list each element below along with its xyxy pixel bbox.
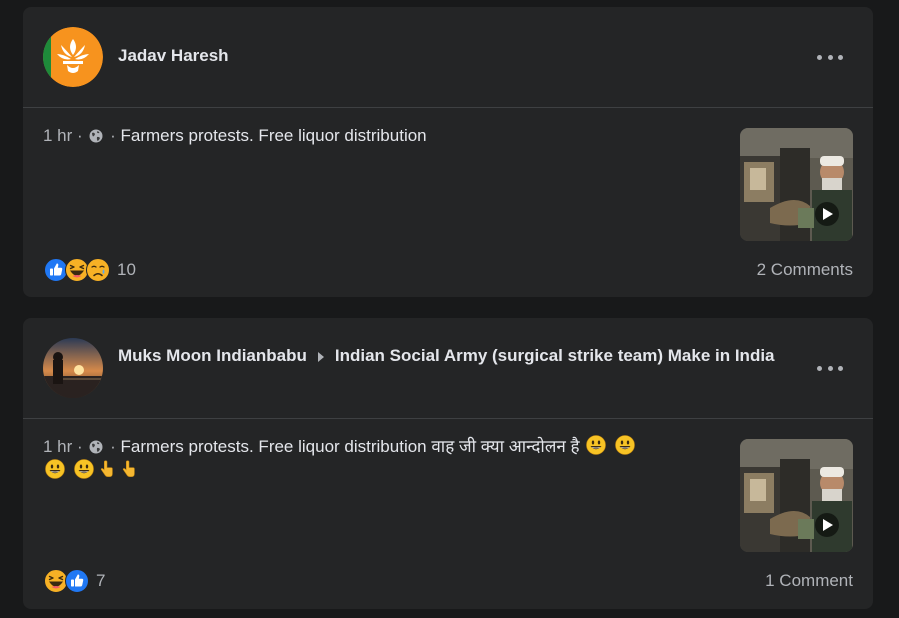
reactions-summary[interactable]: 7: [44, 569, 105, 593]
video-thumbnail[interactable]: [740, 439, 853, 552]
reaction-count[interactable]: 10: [117, 260, 136, 280]
smiley-icon: [615, 435, 635, 455]
post-text: Farmers protests. Free liquor distributi…: [120, 126, 427, 145]
post-time[interactable]: 1 hr: [43, 126, 72, 145]
play-icon: [740, 439, 853, 552]
comments-count[interactable]: 2 Comments: [757, 260, 853, 280]
reaction-count[interactable]: 7: [96, 571, 105, 591]
post-time[interactable]: 1 hr: [43, 437, 72, 456]
more-options-icon[interactable]: [817, 358, 843, 378]
post-card: Muks Moon Indianbabu Indian Social Army (…: [23, 318, 873, 609]
avatar[interactable]: [43, 338, 103, 398]
post-author: Muks Moon Indianbabu Indian Social Army (…: [118, 344, 778, 368]
smiley-icon: [74, 459, 94, 479]
avatar[interactable]: [43, 27, 103, 87]
post-card: Jadav Haresh 1 hr · · Farmers protests. …: [23, 7, 873, 297]
globe-icon: [89, 129, 103, 143]
post-header: Jadav Haresh: [23, 7, 873, 108]
caret-right-icon: [317, 351, 324, 362]
point-down-icon: [98, 459, 116, 479]
group-name[interactable]: Indian Social Army (surgical strike team…: [335, 346, 775, 365]
smiley-icon: [586, 435, 606, 455]
play-icon: [740, 128, 853, 241]
smiley-icon: [45, 459, 65, 479]
more-options-icon[interactable]: [817, 47, 843, 67]
post-text-block: 1 hr · · Farmers protests. Free liquor d…: [43, 126, 427, 145]
comments-count[interactable]: 1 Comment: [765, 571, 853, 591]
post-text-block: 1 hr · · Farmers protests. Free liquor d…: [43, 435, 693, 483]
post-text: Farmers protests. Free liquor distributi…: [120, 437, 580, 456]
reactions-summary[interactable]: 10: [44, 258, 136, 282]
post-header: Muks Moon Indianbabu Indian Social Army (…: [23, 318, 873, 419]
bjp-logo-icon: [43, 27, 103, 87]
point-down-icon: [120, 459, 138, 479]
globe-icon: [89, 440, 103, 454]
video-thumbnail[interactable]: [740, 128, 853, 241]
sunset-avatar-icon: [43, 338, 103, 398]
author-name[interactable]: Muks Moon Indianbabu: [118, 346, 307, 365]
author-name[interactable]: Jadav Haresh: [118, 46, 229, 65]
sad-icon: [86, 258, 110, 282]
like-icon: [65, 569, 89, 593]
post-author[interactable]: Jadav Haresh: [118, 44, 778, 68]
